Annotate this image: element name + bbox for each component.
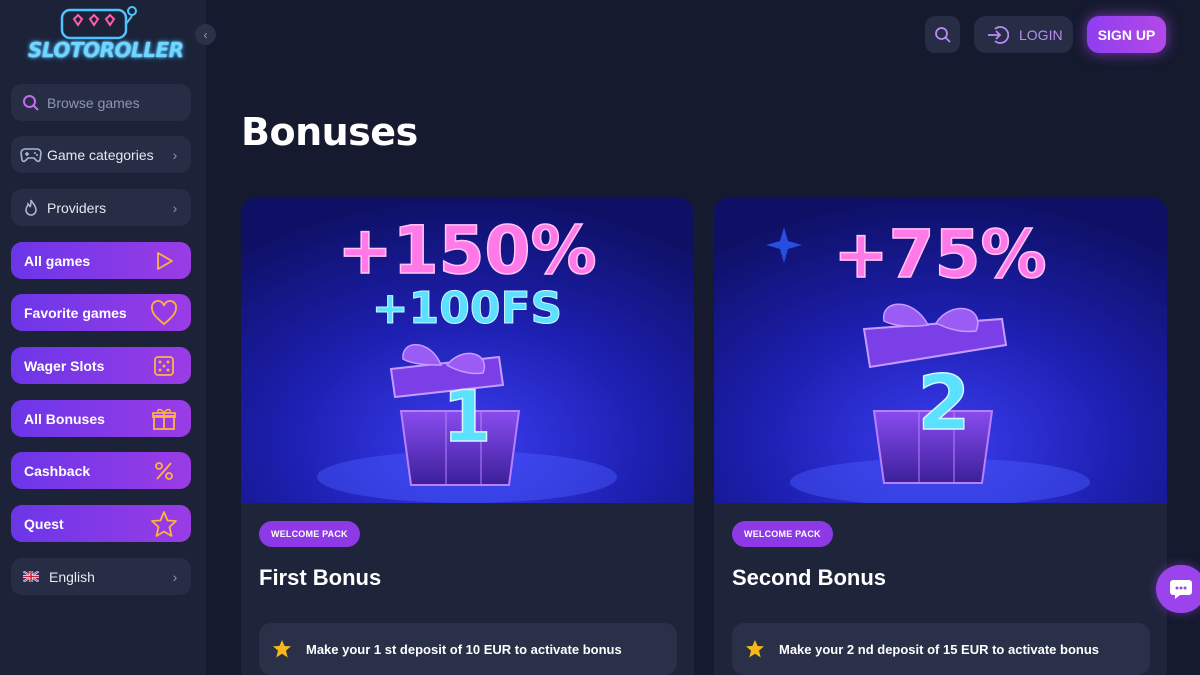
brand-name: SLOTOROLLER xyxy=(28,38,184,62)
bonus-card-second[interactable]: +75% 2 WELCOME PACK Second Bonus Make yo… xyxy=(714,197,1167,675)
sidebar-item-label: Game categories xyxy=(47,146,154,163)
sidebar-collapse-button[interactable]: ‹ xyxy=(195,24,216,45)
bonus-title: First Bonus xyxy=(259,565,382,590)
bonus-banner-image-first: +150% +100FS 1 xyxy=(241,197,694,503)
bonus-banner-image-second: +75% 2 xyxy=(714,197,1167,503)
sidebar-item-label: Wager Slots xyxy=(24,357,105,374)
search-icon xyxy=(19,91,43,115)
uk-flag-icon xyxy=(23,565,39,589)
header-search-button[interactable] xyxy=(925,16,960,53)
bonus-condition-text: Make your 1 st deposit of 10 EUR to acti… xyxy=(306,641,622,657)
search-icon xyxy=(934,26,952,44)
bonus-percent-text: +150% xyxy=(337,212,596,289)
play-icon xyxy=(149,246,179,276)
bonus-condition-text: Make your 2 nd deposit of 15 EUR to acti… xyxy=(779,641,1100,657)
sidebar-item-label: All Bonuses xyxy=(24,410,105,427)
bonus-step-number: 2 xyxy=(918,358,971,447)
bonus-percent-text: +75% xyxy=(833,216,1046,293)
sidebar-item-all-games[interactable]: All games xyxy=(11,242,191,279)
sidebar-item-cashback[interactable]: Cashback xyxy=(11,452,191,489)
chevron-right-icon: › xyxy=(172,146,178,163)
chevron-left-icon: ‹ xyxy=(203,27,208,42)
bonus-step-number: 1 xyxy=(443,376,492,458)
page-title: Bonuses xyxy=(241,110,418,154)
flame-icon xyxy=(19,196,43,220)
signup-button[interactable]: SIGN UP xyxy=(1087,16,1166,53)
sidebar-item-providers[interactable]: Providers › xyxy=(11,189,191,226)
login-label: LOGIN xyxy=(1019,26,1063,43)
brand-logo[interactable]: SLOTOROLLER xyxy=(28,4,184,68)
chat-icon xyxy=(1169,578,1193,600)
sidebar-item-wager-slots[interactable]: Wager Slots xyxy=(11,347,191,384)
sidebar: SLOTOROLLER ‹ Browse games Game categori… xyxy=(0,0,216,675)
sidebar-search-placeholder: Browse games xyxy=(47,94,140,111)
percent-icon xyxy=(149,456,179,486)
sidebar-item-label: All games xyxy=(24,252,91,269)
welcome-pack-badge: WELCOME PACK xyxy=(259,521,360,547)
chevron-right-icon: › xyxy=(172,568,178,585)
heart-icon xyxy=(149,298,179,328)
dice-icon xyxy=(149,351,179,381)
sidebar-item-label: Providers xyxy=(47,199,107,216)
chevron-right-icon: › xyxy=(172,199,178,216)
sidebar-item-label: Favorite games xyxy=(24,304,127,321)
live-chat-button[interactable] xyxy=(1156,565,1200,613)
free-spins-text: +100FS xyxy=(372,283,562,334)
star-icon xyxy=(272,639,292,659)
bonus-condition: Make your 1 st deposit of 10 EUR to acti… xyxy=(259,623,677,675)
login-button[interactable]: LOGIN xyxy=(974,16,1073,53)
login-icon xyxy=(987,25,1009,45)
sidebar-search[interactable]: Browse games xyxy=(11,84,191,121)
gift-icon xyxy=(149,404,179,434)
bonus-condition: Make your 2 nd deposit of 15 EUR to acti… xyxy=(732,623,1150,675)
sidebar-item-all-bonuses[interactable]: All Bonuses xyxy=(11,400,191,437)
language-label: English xyxy=(49,568,95,585)
sidebar-item-game-categories[interactable]: Game categories › xyxy=(11,136,191,173)
gamepad-icon xyxy=(19,143,43,167)
sidebar-item-label: Cashback xyxy=(24,462,91,479)
bonus-card-first[interactable]: +150% +100FS 1 WELCOME PACK First Bonus … xyxy=(241,197,694,675)
sidebar-item-label: Quest xyxy=(24,515,64,532)
welcome-pack-badge: WELCOME PACK xyxy=(732,521,833,547)
language-selector[interactable]: English › xyxy=(11,558,191,595)
bonus-title: Second Bonus xyxy=(732,565,887,590)
star-icon xyxy=(745,639,765,659)
star-icon xyxy=(149,509,179,539)
sidebar-item-quest[interactable]: Quest xyxy=(11,505,191,542)
sidebar-item-favorite-games[interactable]: Favorite games xyxy=(11,294,191,331)
